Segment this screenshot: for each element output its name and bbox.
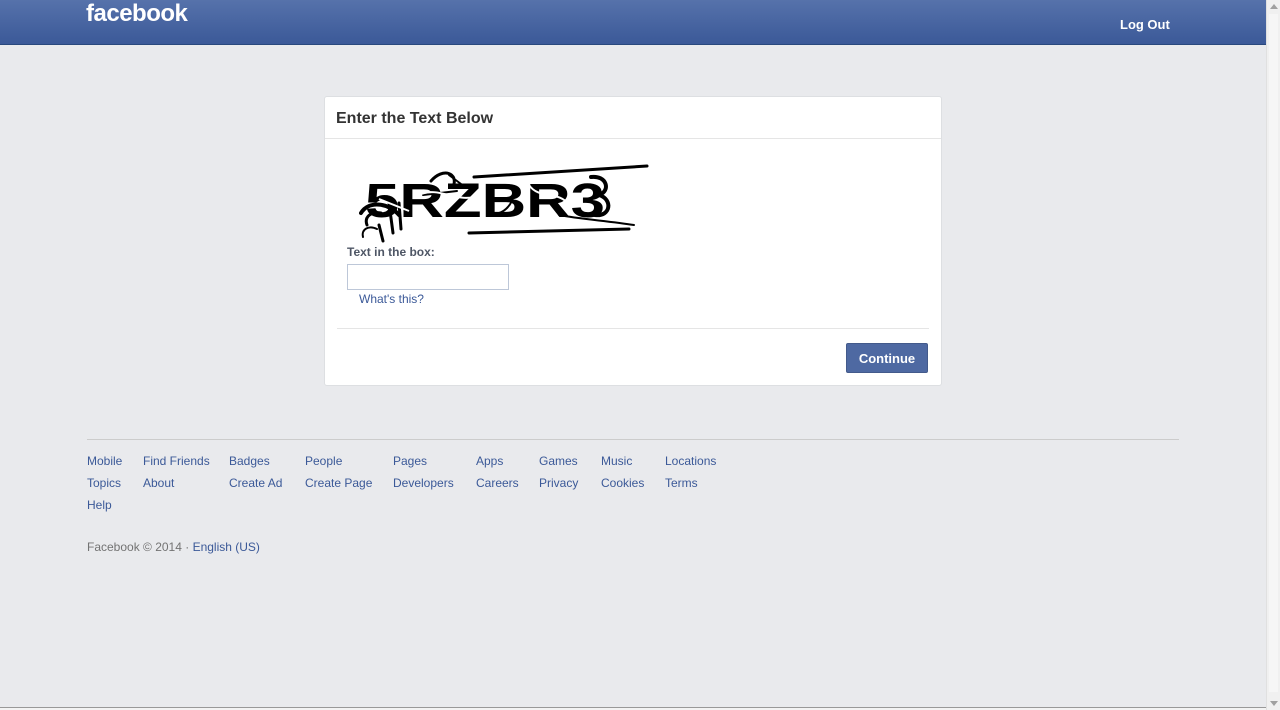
continue-button[interactable]: Continue xyxy=(846,343,928,373)
card-header: Enter the Text Below xyxy=(325,97,941,139)
captcha-input[interactable] xyxy=(347,264,509,290)
footer-link-mobile[interactable]: Mobile xyxy=(87,454,122,468)
copyright: Facebook © 2014 · English (US) xyxy=(87,540,260,554)
footer-link-pages[interactable]: Pages xyxy=(393,454,427,468)
scroll-down-icon[interactable] xyxy=(1270,701,1278,706)
captcha-image: 5RZBR3 xyxy=(359,164,649,243)
footer-link-developers[interactable]: Developers xyxy=(393,476,454,490)
top-bar: facebook Log Out xyxy=(0,0,1266,45)
footer-link-careers[interactable]: Careers xyxy=(476,476,519,490)
footer-link-locations[interactable]: Locations xyxy=(665,454,716,468)
card-title: Enter the Text Below xyxy=(336,110,494,127)
scroll-thumb[interactable] xyxy=(1269,14,1278,692)
footer-link-about[interactable]: About xyxy=(143,476,174,490)
captcha-card: Enter the Text Below 5RZBR3 Text in the … xyxy=(324,96,942,386)
footer-link-find-friends[interactable]: Find Friends xyxy=(143,454,210,468)
footer-divider xyxy=(87,439,1179,440)
vertical-scrollbar[interactable] xyxy=(1266,0,1280,710)
footer-link-topics[interactable]: Topics xyxy=(87,476,121,490)
card-divider xyxy=(337,328,929,329)
logout-link[interactable]: Log Out xyxy=(1120,17,1170,32)
footer-link-create-ad[interactable]: Create Ad xyxy=(229,476,282,490)
footer-link-apps[interactable]: Apps xyxy=(476,454,503,468)
footer-link-privacy[interactable]: Privacy xyxy=(539,476,578,490)
footer-link-cookies[interactable]: Cookies xyxy=(601,476,644,490)
footer-link-people[interactable]: People xyxy=(305,454,342,468)
page: facebook Log Out Enter the Text Below 5R… xyxy=(0,0,1280,710)
scroll-up-icon[interactable] xyxy=(1270,4,1278,9)
footer-link-badges[interactable]: Badges xyxy=(229,454,270,468)
language-link[interactable]: English (US) xyxy=(193,540,260,554)
whats-this-link[interactable]: What's this? xyxy=(359,292,424,306)
footer-link-terms[interactable]: Terms xyxy=(665,476,698,490)
captcha-input-label: Text in the box: xyxy=(347,245,435,259)
footer-link-games[interactable]: Games xyxy=(539,454,578,468)
footer-link-create-page[interactable]: Create Page xyxy=(305,476,372,490)
facebook-logo[interactable]: facebook xyxy=(86,0,188,28)
captcha-text: 5RZBR3 xyxy=(365,175,605,228)
footer-link-music[interactable]: Music xyxy=(601,454,632,468)
footer-link-help[interactable]: Help xyxy=(87,498,112,512)
copyright-text: Facebook © 2014 · xyxy=(87,540,193,554)
